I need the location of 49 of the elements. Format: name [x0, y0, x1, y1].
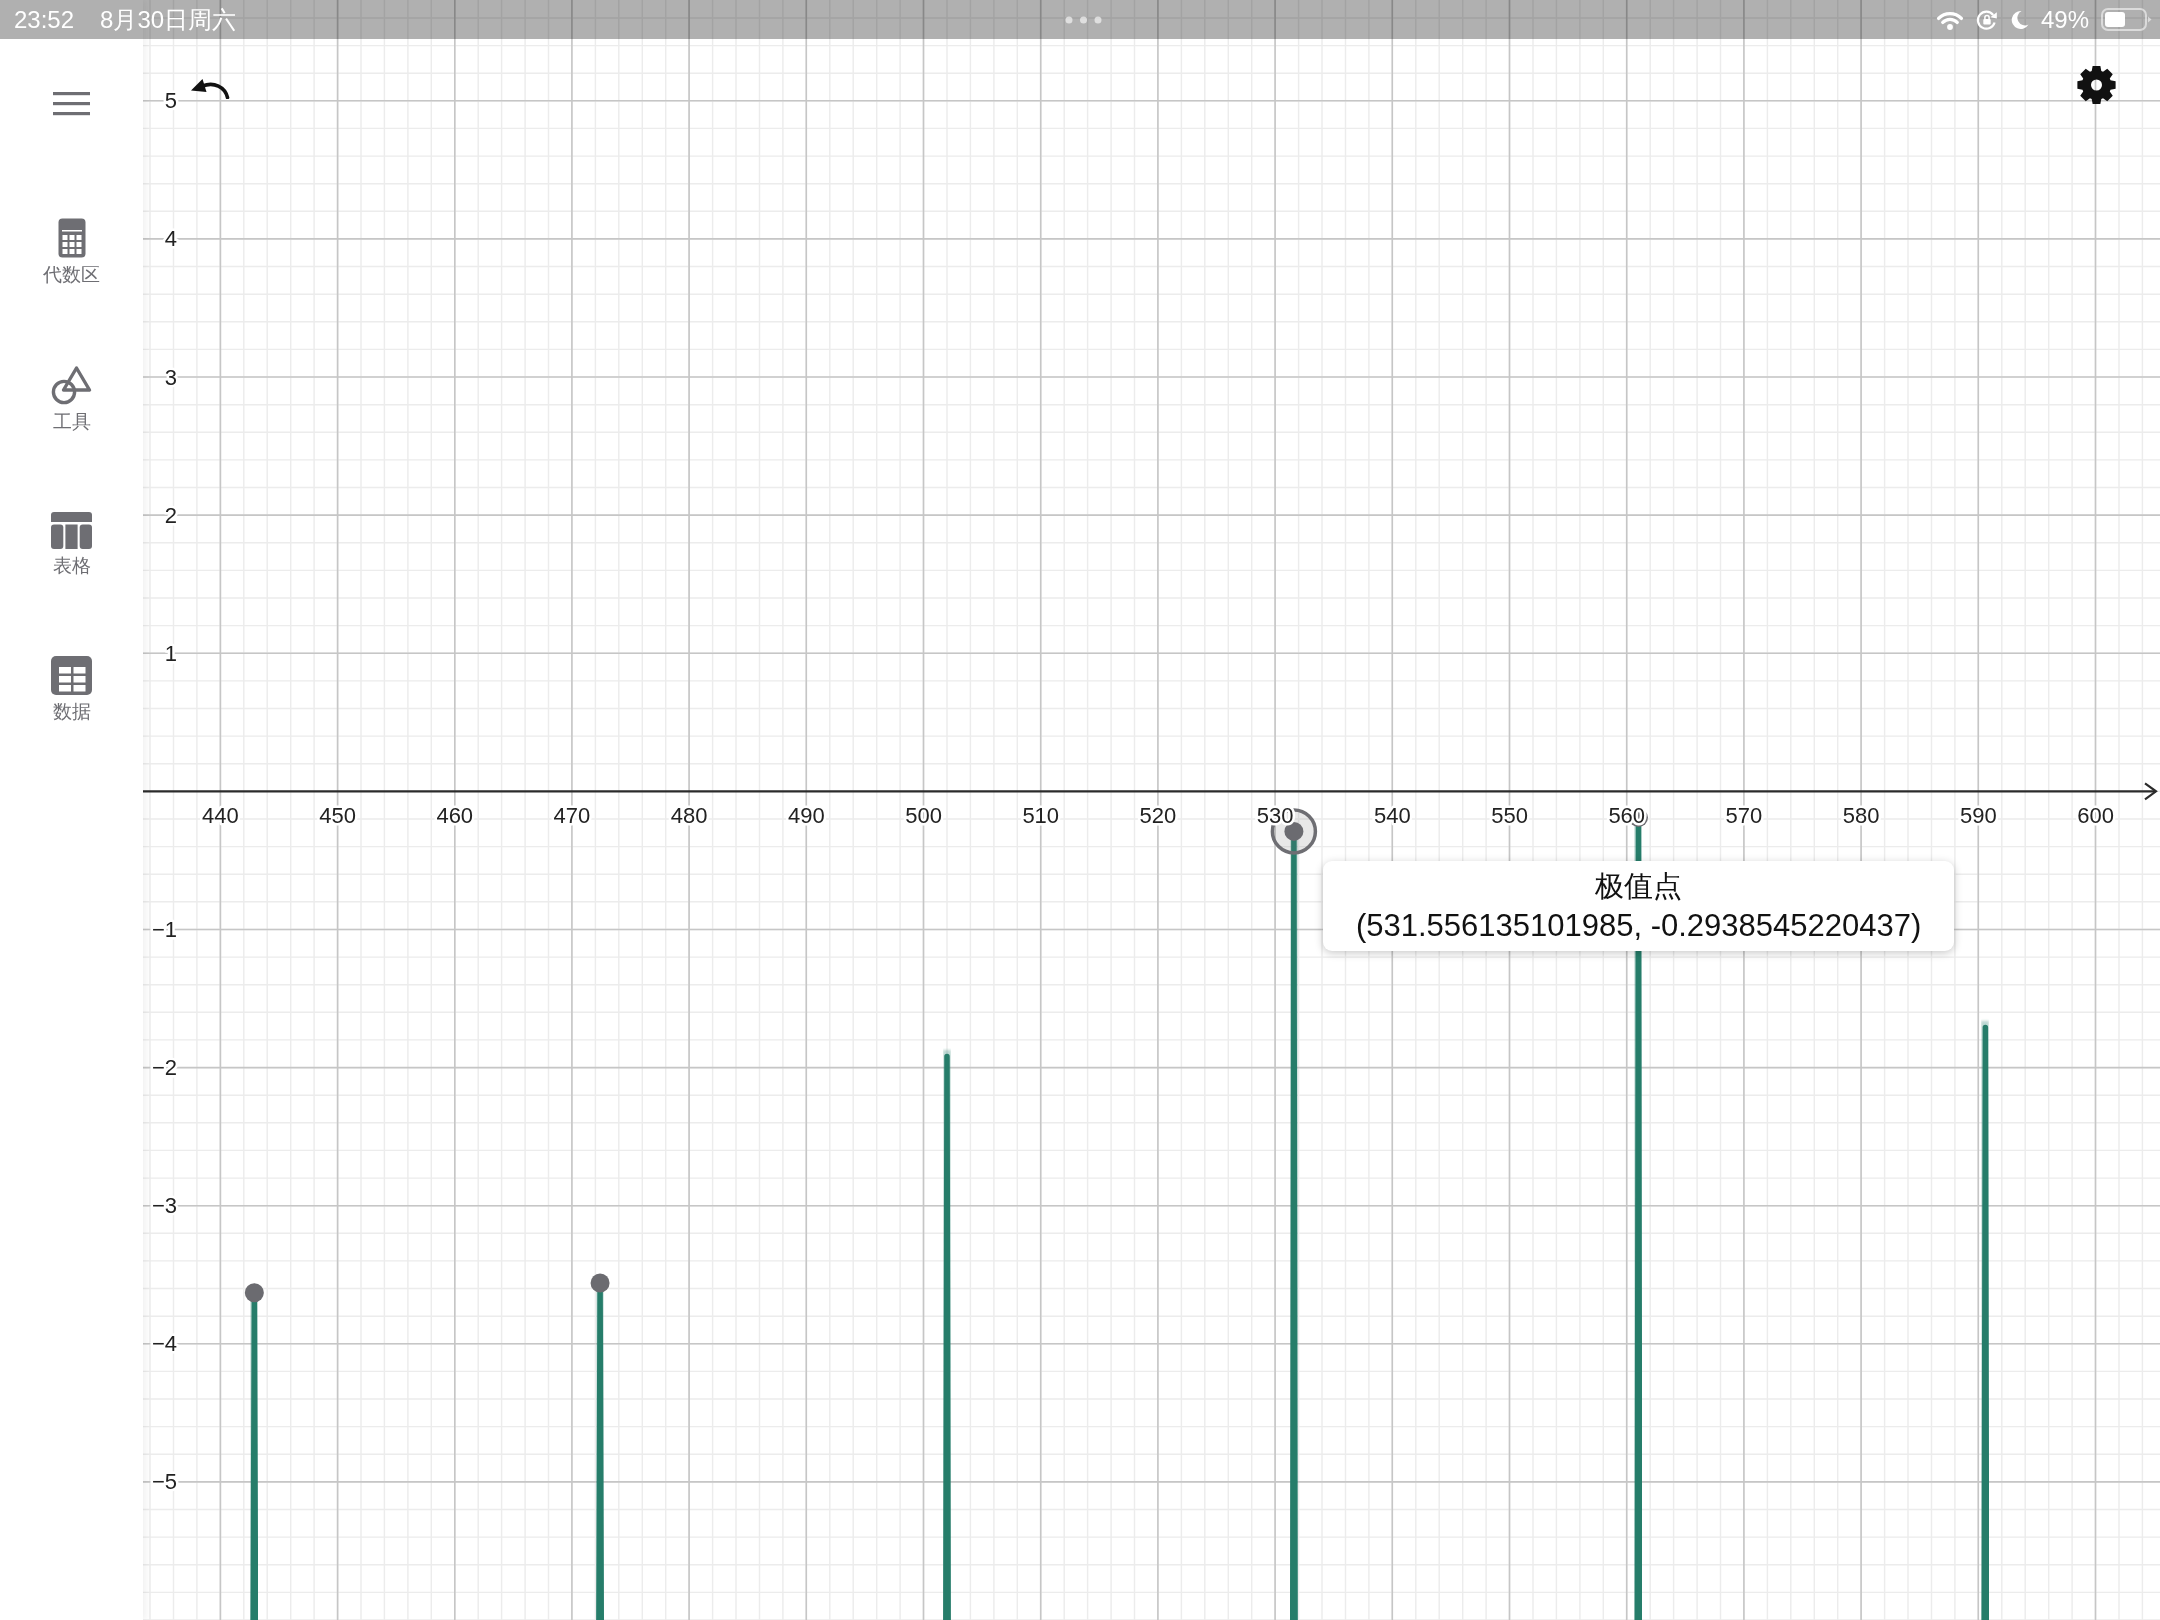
- x-tick-label: 470: [553, 802, 591, 828]
- sidebar-tab[interactable]: 数据: [51, 656, 92, 723]
- x-tick-label: 460: [436, 802, 474, 828]
- x-tick-label: 590: [1960, 802, 1997, 828]
- x-tick-label: 490: [788, 802, 825, 828]
- x-tick-label: 480: [670, 802, 708, 828]
- menu-icon: [53, 91, 90, 116]
- menu-button[interactable]: [53, 91, 90, 116]
- shapes-icon: [51, 365, 92, 405]
- x-tick-label: 540: [1374, 802, 1411, 828]
- battery-percent: 49%: [2040, 4, 2089, 35]
- x-tick-label: 500: [905, 802, 942, 828]
- rotation-lock-icon: [1975, 8, 1998, 31]
- table-icon: [51, 656, 92, 695]
- settings-button[interactable]: [2076, 64, 2117, 106]
- columns-icon: [51, 512, 92, 549]
- calculator-icon: [57, 218, 86, 258]
- sidebar-tab[interactable]: 工具: [51, 365, 92, 433]
- y-tick-label: 1: [164, 640, 177, 666]
- undo-button[interactable]: [189, 77, 230, 99]
- y-tick-label: −5: [151, 1469, 177, 1495]
- moon-icon: [2009, 9, 2029, 30]
- x-tick-label: 570: [1725, 802, 1763, 828]
- x-tick-label: 550: [1491, 802, 1528, 828]
- x-tick-label: 600: [2077, 802, 2114, 828]
- x-tick-label: 580: [1842, 802, 1880, 828]
- undo-icon: [189, 77, 230, 99]
- y-tick-label: −1: [151, 916, 177, 942]
- y-tick-label: −2: [151, 1055, 177, 1081]
- dots-icon: [1064, 15, 1102, 24]
- wifi-icon: [1935, 9, 1964, 30]
- y-tick-label: 4: [164, 226, 177, 252]
- status-date: 8月30日周六: [100, 4, 237, 35]
- settings-icon: [2076, 64, 2117, 106]
- sidebar-tab[interactable]: 代数区: [43, 218, 100, 286]
- x-tick-label: 510: [1022, 802, 1060, 828]
- y-tick-label: 3: [164, 364, 177, 390]
- y-tick-label: −3: [151, 1193, 177, 1219]
- x-tick-label: 440: [202, 802, 239, 828]
- status-time: 23:52: [14, 4, 75, 35]
- y-tick-label: 5: [164, 88, 177, 114]
- tooltip-text: (531.556135101985, -0.2938545220437): [1355, 907, 1922, 946]
- tooltip-title: 极值点: [1594, 869, 1684, 905]
- sidebar-tab[interactable]: 表格: [51, 512, 92, 577]
- y-tick-label: 2: [164, 502, 177, 528]
- y-tick-label: −4: [151, 1331, 177, 1357]
- x-tick-label: 520: [1139, 802, 1177, 828]
- battery-icon: [2101, 8, 2152, 31]
- x-tick-label: 450: [319, 802, 356, 828]
